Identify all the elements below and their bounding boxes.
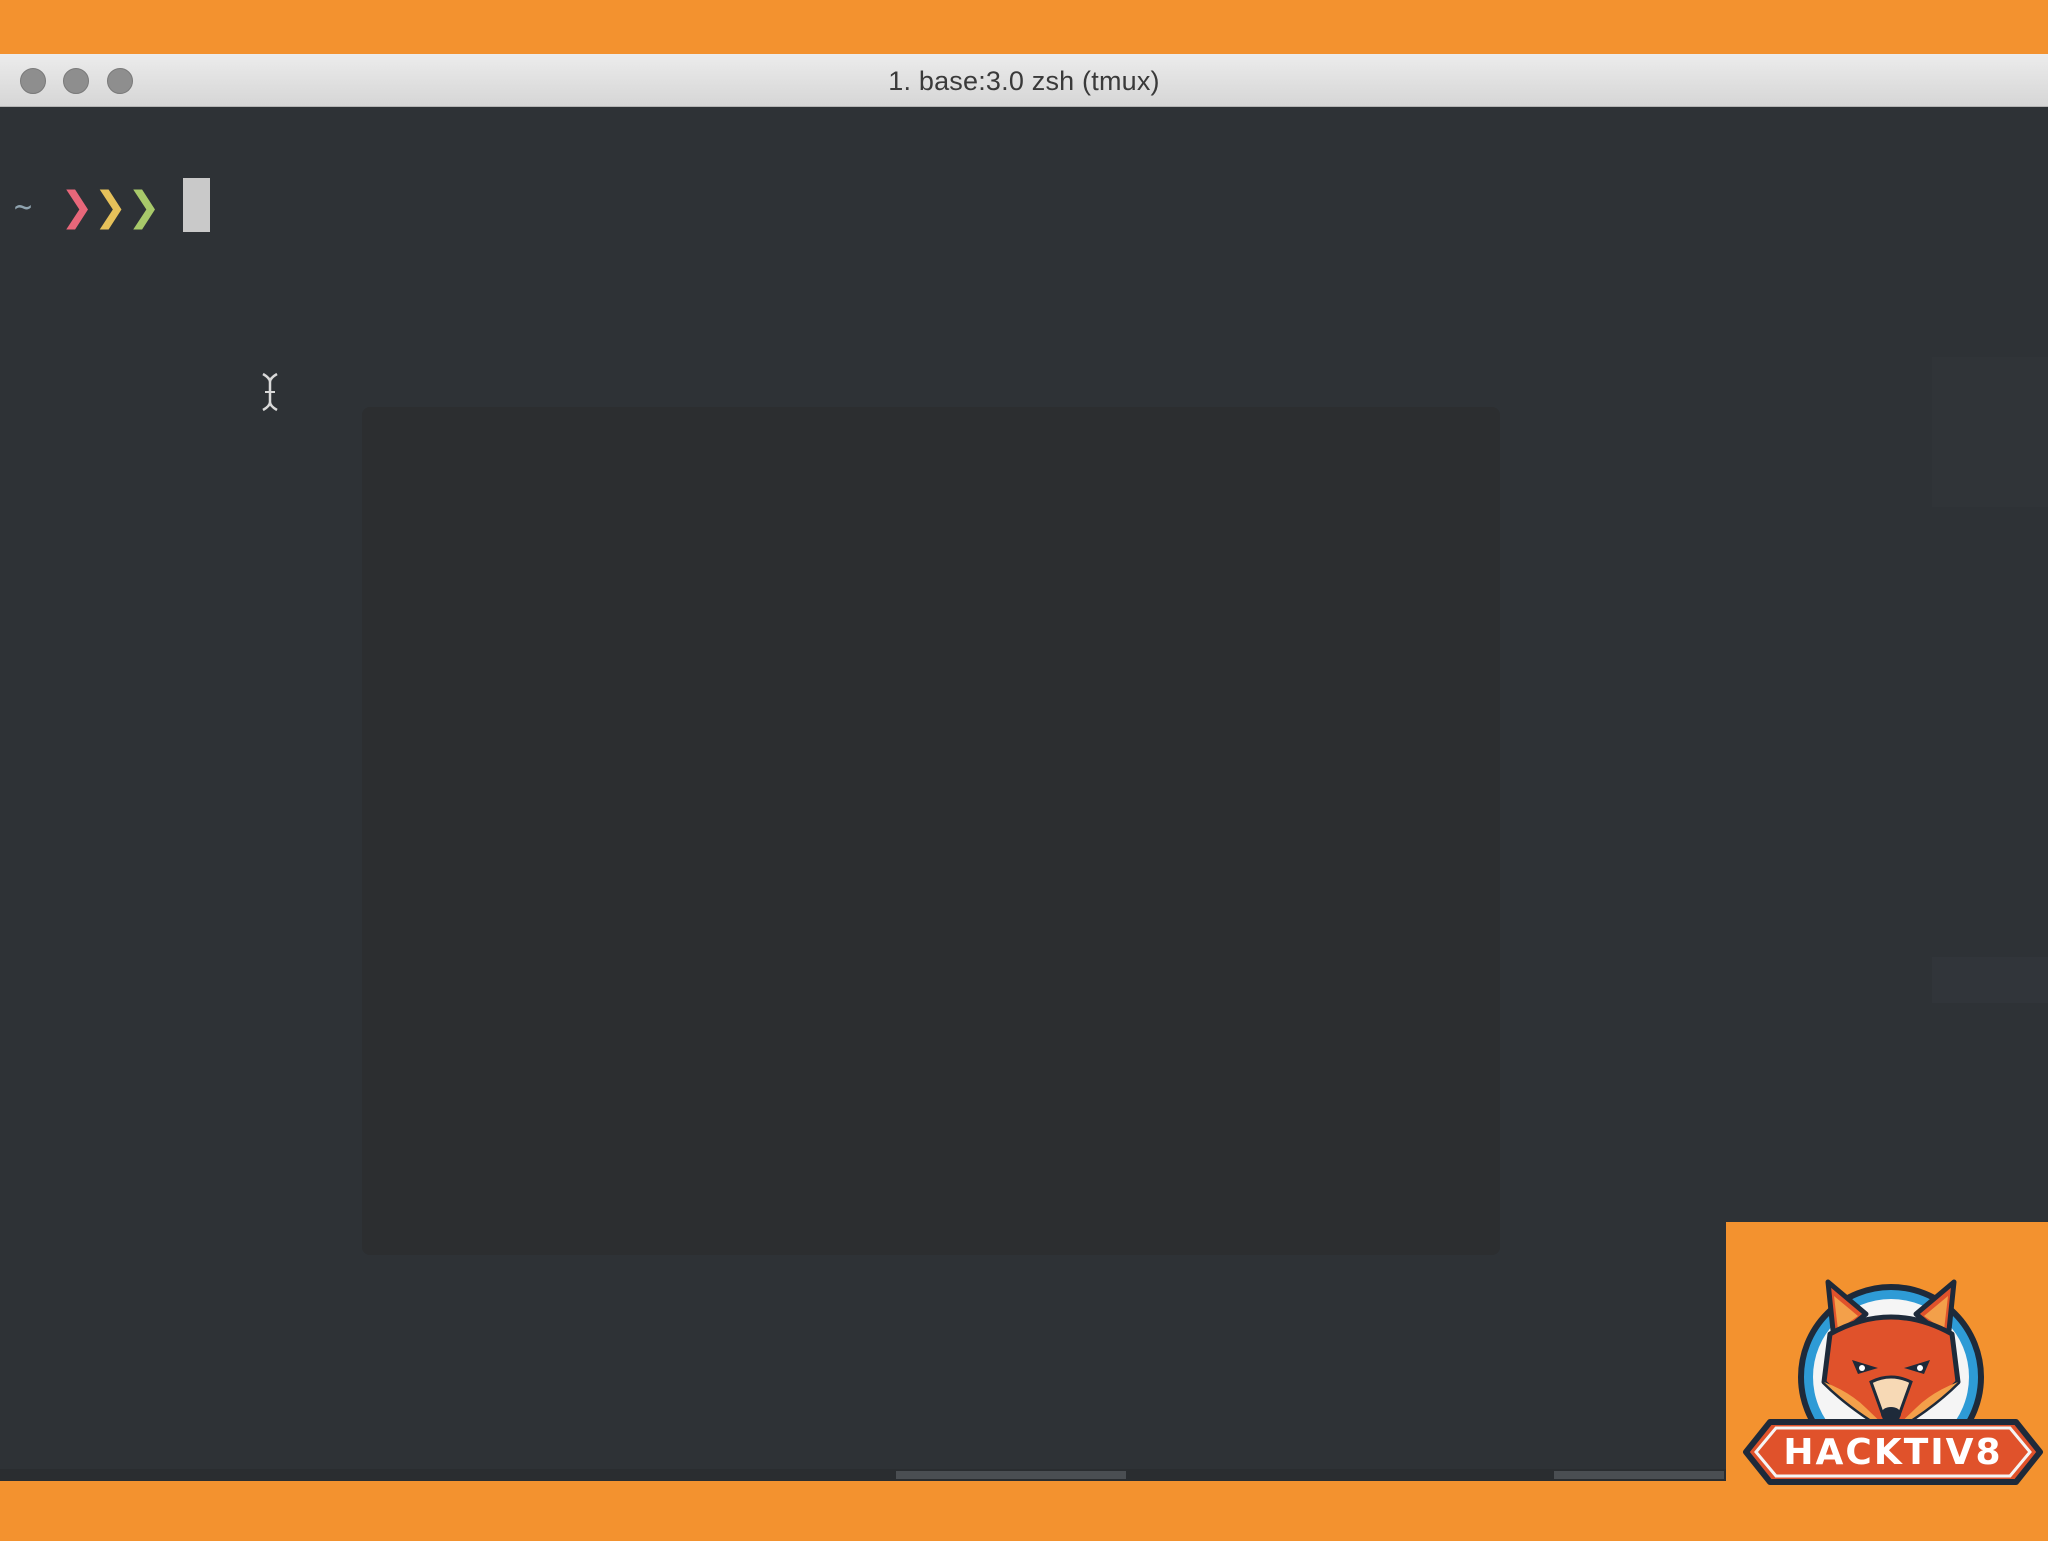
hacktiv8-logo: HACKTIV8 (1726, 1222, 2048, 1536)
background-sidebar-block (1932, 357, 2048, 507)
window-title: 1. base:3.0 zsh (tmux) (888, 66, 1160, 96)
scrollbar-thumb[interactable] (896, 1471, 1126, 1479)
scrollbar-thumb-2[interactable] (1554, 1471, 1724, 1479)
ibeam-cursor-icon (262, 372, 278, 412)
background-sidebar-block-2 (1932, 957, 2048, 1003)
title-bar[interactable]: 1. base:3.0 zsh (tmux) (0, 54, 2048, 107)
prompt-chevron-3: ❯ (127, 184, 161, 230)
logo-text: HACKTIV8 (1783, 1432, 2002, 1473)
text-cursor (183, 178, 210, 232)
shell-prompt: ~ ❯ ❯ ❯ (14, 179, 161, 235)
fox-logo-icon: HACKTIV8 (1743, 1279, 2043, 1485)
prompt-directory: ~ (14, 189, 33, 225)
background-panel (362, 407, 1500, 1255)
prompt-chevron-1: ❯ (60, 184, 94, 230)
prompt-chevron-2: ❯ (93, 184, 128, 230)
